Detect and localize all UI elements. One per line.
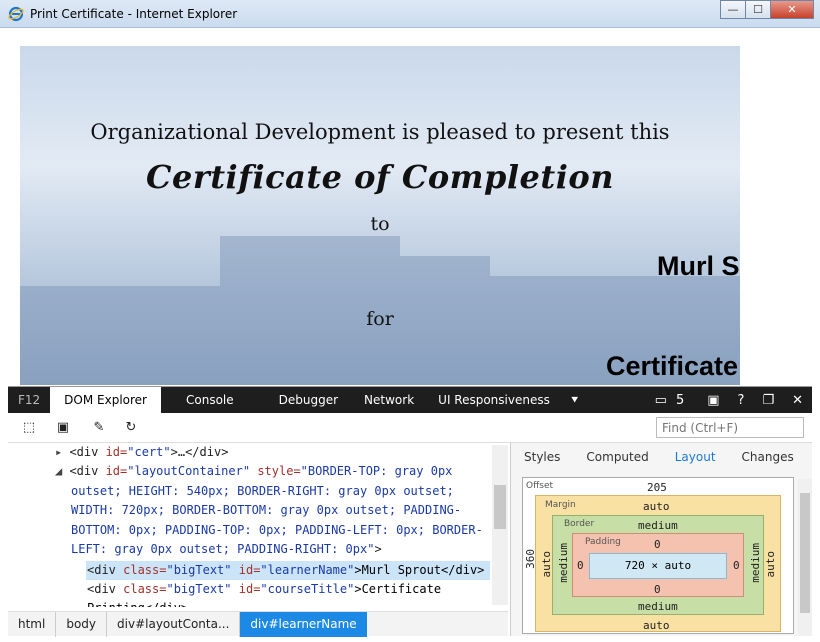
border-label: Border xyxy=(564,519,595,529)
tab-styles[interactable]: Styles xyxy=(511,450,573,464)
breadcrumb-body[interactable]: body xyxy=(56,611,108,637)
dom-node-layout-container[interactable]: ◢ <div id="layoutContainer" style="BORDE… xyxy=(55,462,452,481)
padding-label: Padding xyxy=(585,537,621,547)
maximize-button[interactable]: ☐ xyxy=(745,0,771,19)
offset-top-value: 205 xyxy=(647,481,667,494)
minimize-button[interactable]: — xyxy=(720,0,746,19)
margin-top-value: auto xyxy=(643,500,670,513)
offset-label: Offset xyxy=(526,481,554,491)
dom-attr-continuation: outset; HEIGHT: 540px; BORDER-RIGHT: gra… xyxy=(71,484,454,498)
dom-node-cert[interactable]: ▸ <div id="cert">…</div> xyxy=(55,443,228,462)
dom-node-learner-name[interactable]: <div class="bigText" id="learnerName">Mu… xyxy=(87,561,484,580)
refresh-icon[interactable]: ↻ xyxy=(122,419,140,437)
tab-network[interactable]: Network xyxy=(350,387,428,413)
dom-attr-continuation: BOTTOM: 0px; PADDING-TOP: 0px; PADDING-L… xyxy=(71,523,483,537)
border-left-value: medium xyxy=(557,543,570,583)
certificate: Organizational Development is pleased to… xyxy=(20,46,740,385)
breadcrumb: html body div#layoutConta... div#learner… xyxy=(8,611,508,637)
breadcrumb-learner-name[interactable]: div#learnerName xyxy=(240,611,367,637)
dom-tree: ▸ <div id="cert">…</div> ◢ <div id="layo… xyxy=(8,443,508,607)
tab-layout[interactable]: Layout xyxy=(662,450,729,464)
close-button[interactable]: ✕ xyxy=(770,0,814,19)
course-title: Certificate xyxy=(606,351,739,381)
help-icon[interactable]: ? xyxy=(729,393,754,408)
tab-debugger[interactable]: Debugger xyxy=(259,387,350,413)
window-controls: — ☐ ✕ xyxy=(720,0,814,20)
dom-attr-continuation: WIDTH: 720px; BORDER-BOTTOM: gray 0px ou… xyxy=(71,503,462,517)
more-tabs-icon[interactable]: ⯆ xyxy=(560,387,590,413)
margin-right-value: auto xyxy=(764,551,777,578)
side-pane-tabs: Styles Computed Layout Changes xyxy=(511,443,813,471)
dom-scrollbar-thumb[interactable] xyxy=(494,485,506,529)
tab-dom-explorer[interactable]: DOM Explorer xyxy=(50,387,161,413)
tab-console[interactable]: Console xyxy=(161,387,259,413)
highlight-element-icon[interactable]: ▣ xyxy=(54,419,72,437)
tab-f12: F12 xyxy=(18,393,41,407)
dom-scrollbar[interactable] xyxy=(492,445,508,605)
select-element-icon[interactable]: ⬚ xyxy=(20,419,38,437)
dom-toolbar: ⬚ ▣ ✎ ↻ xyxy=(8,413,812,443)
tab-changes[interactable]: Changes xyxy=(729,450,807,464)
padding-bottom-value: 0 xyxy=(654,583,661,596)
certificate-intro: Organizational Development is pleased to… xyxy=(90,120,670,144)
find-input[interactable] xyxy=(656,417,804,438)
margin-label: Margin xyxy=(545,500,576,510)
side-pane-scrollbar[interactable] xyxy=(798,479,812,636)
devtools-tabbar: F12 DOM Explorer Console Debugger Networ… xyxy=(8,387,812,413)
tab-computed[interactable]: Computed xyxy=(573,450,661,464)
margin-bottom-value: auto xyxy=(643,619,670,632)
console-toggle-icon[interactable]: ▣ xyxy=(698,393,728,408)
devtools-panel: F12 DOM Explorer Console Debugger Networ… xyxy=(8,386,812,637)
breadcrumb-layout-container[interactable]: div#layoutConta... xyxy=(107,611,241,637)
certificate-heading: Certificate of Completion xyxy=(146,158,614,196)
dom-node-course-title[interactable]: <div class="bigText" id="courseTitle">Ce… xyxy=(87,580,441,599)
border-right-value: medium xyxy=(749,543,762,583)
background-building xyxy=(20,286,220,385)
breadcrumb-html[interactable]: html xyxy=(8,611,57,637)
dom-text-continuation: Printing</div> xyxy=(87,599,188,607)
border-top-value: medium xyxy=(638,519,678,532)
collapse-arrow-icon[interactable]: ◢ xyxy=(55,464,69,478)
dom-attr-continuation: LEFT: gray 0px outset; PADDING-RIGHT: 0p… xyxy=(71,542,382,556)
certificate-to: to xyxy=(370,213,390,235)
learner-name: Murl S xyxy=(657,251,740,281)
side-pane-scrollbar-thumb[interactable] xyxy=(800,493,810,613)
padding-top-value: 0 xyxy=(654,538,661,551)
devtools-toolbar-right: ▭ 5 ▣ ? ❐ ✕ xyxy=(646,387,812,413)
box-model-content: 720 × auto xyxy=(589,553,727,579)
tab-ui-responsiveness[interactable]: UI Responsiveness xyxy=(428,387,560,413)
emulation-icon[interactable]: ▭ xyxy=(646,393,676,408)
expand-arrow-icon[interactable]: ▸ xyxy=(55,445,69,459)
internet-explorer-icon xyxy=(8,6,24,22)
close-devtools-icon[interactable]: ✕ xyxy=(783,393,812,408)
padding-right-value: 0 xyxy=(733,559,740,572)
window-title: Print Certificate - Internet Explorer xyxy=(30,7,238,21)
color-picker-icon[interactable]: ✎ xyxy=(90,419,108,437)
padding-left-value: 0 xyxy=(577,559,584,572)
side-pane: Styles Computed Layout Changes Offset 20… xyxy=(510,443,812,636)
border-bottom-value: medium xyxy=(638,600,678,613)
emulation-count: 5 xyxy=(675,392,685,408)
certificate-for: for xyxy=(366,308,394,330)
undock-icon[interactable]: ❐ xyxy=(753,393,783,408)
window-titlebar: Print Certificate - Internet Explorer — … xyxy=(0,0,820,28)
page-viewport: Organizational Development is pleased to… xyxy=(8,28,812,385)
